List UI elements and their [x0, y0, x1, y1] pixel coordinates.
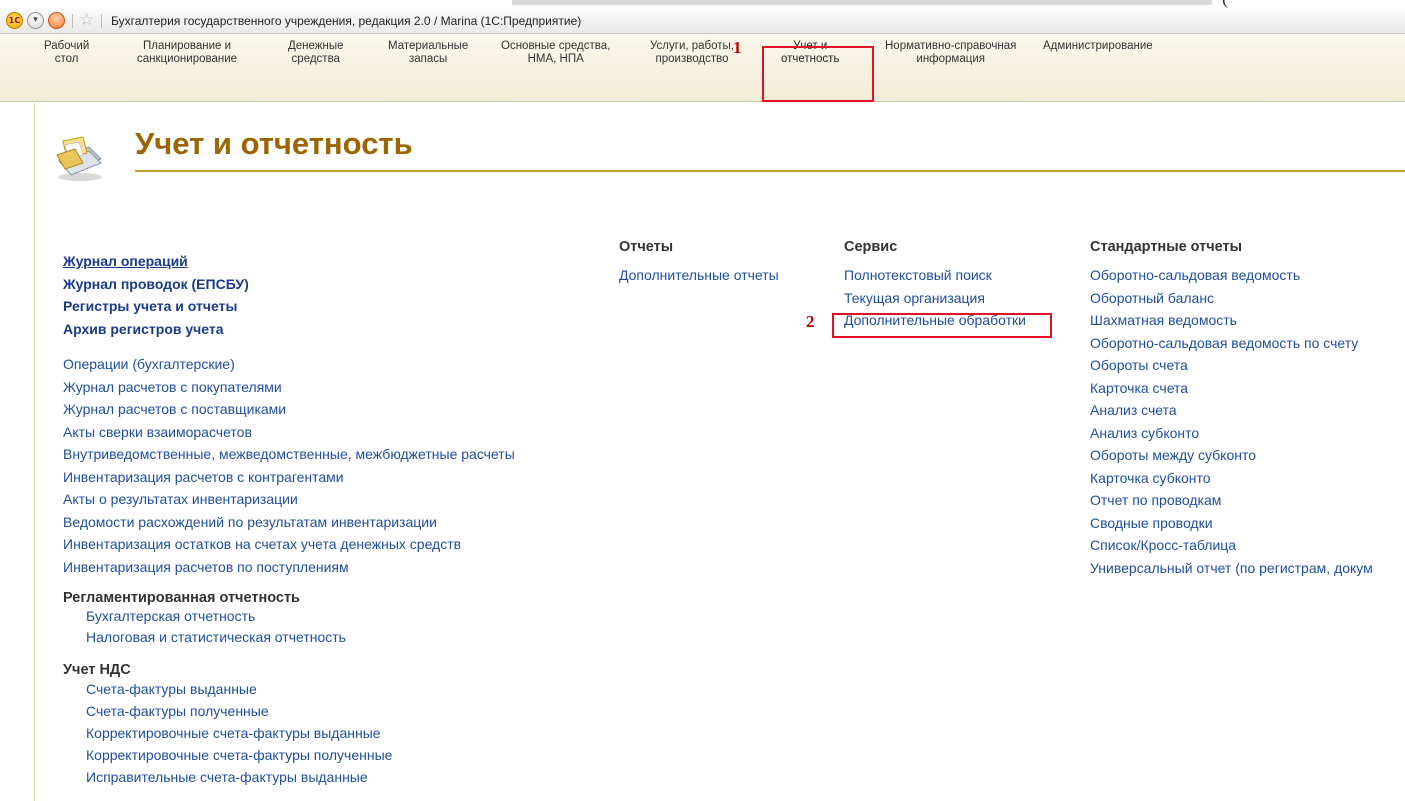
- link-left-item[interactable]: Инвентаризация расчетов с контрагентами: [63, 466, 515, 489]
- left-column: Журнал операций Журнал проводок (ЕПСБУ) …: [63, 250, 515, 788]
- link-left-item[interactable]: Инвентаризация расчетов по поступлениям: [63, 556, 515, 579]
- title-underline: [135, 170, 1405, 172]
- link-left-item[interactable]: Журнал расчетов с поставщиками: [63, 398, 515, 421]
- link-group-item[interactable]: Счета-фактуры полученные: [63, 700, 515, 722]
- link-standard-report[interactable]: Универсальный отчет (по регистрам, докум: [1090, 557, 1373, 580]
- navigation-orb-icon[interactable]: [48, 12, 65, 29]
- star-icon[interactable]: ☆: [79, 10, 94, 30]
- separator: [72, 14, 73, 28]
- link-standard-report[interactable]: Карточка субконто: [1090, 467, 1373, 490]
- standard-reports-title: Стандартные отчеты: [1090, 239, 1243, 255]
- section-accounting[interactable]: Учет и отчетность: [781, 40, 839, 66]
- folder-documents-icon: [56, 136, 102, 181]
- group-title-vat: Учет НДС: [63, 662, 131, 678]
- section-fixed-assets[interactable]: Основные средства, НМА, НПА: [501, 40, 610, 66]
- link-standard-report[interactable]: Оборотно-сальдовая ведомость по счету: [1090, 332, 1373, 355]
- section-reference-info[interactable]: Нормативно-справочная информация: [885, 40, 1016, 66]
- annotation-number-1: 1: [733, 38, 742, 57]
- page-title: Учет и отчетность: [135, 126, 413, 161]
- link-standard-report[interactable]: Шахматная ведомость: [1090, 309, 1373, 332]
- service-column: Сервис Полнотекстовый поиск Текущая орга…: [844, 236, 1026, 332]
- link-standard-report[interactable]: Сводные проводки: [1090, 512, 1373, 535]
- link-group-item[interactable]: Исправительные счета-фактуры выданные: [63, 766, 515, 788]
- section-desktop[interactable]: Рабочий стол: [44, 40, 89, 66]
- window-title: Бухгалтерия государственного учреждения,…: [111, 14, 582, 28]
- document-highlight: [512, 0, 1212, 5]
- reports-title: Отчеты: [619, 239, 674, 255]
- document-strip: (: [0, 0, 1405, 8]
- link-standard-report[interactable]: Анализ субконто: [1090, 422, 1373, 445]
- link-standard-report[interactable]: Карточка счета: [1090, 377, 1373, 400]
- link-registers-archive[interactable]: Архив регистров учета: [63, 318, 515, 341]
- section-planning[interactable]: Планирование и санкционирование: [137, 40, 237, 66]
- reports-column: Отчеты Дополнительные отчеты: [619, 236, 779, 287]
- link-operations-journal[interactable]: Журнал операций: [63, 250, 515, 273]
- link-additional-reports[interactable]: Дополнительные отчеты: [619, 264, 779, 287]
- link-group-item[interactable]: Корректировочные счета-фактуры полученны…: [63, 744, 515, 766]
- link-left-item[interactable]: Инвентаризация остатков на счетах учета …: [63, 533, 515, 556]
- link-left-item[interactable]: Акты о результатах инвентаризации: [63, 488, 515, 511]
- annotation-number-2: 2: [806, 312, 815, 331]
- title-bar: 1C ▾ ☆ Бухгалтерия государственного учре…: [0, 8, 1405, 34]
- link-left-item[interactable]: Акты сверки взаиморасчетов: [63, 421, 515, 444]
- link-fulltext-search[interactable]: Полнотекстовый поиск: [844, 264, 1026, 287]
- section-administration[interactable]: Администрирование: [1043, 40, 1153, 53]
- section-money[interactable]: Денежные средства: [288, 40, 344, 66]
- link-standard-report[interactable]: Отчет по проводкам: [1090, 489, 1373, 512]
- link-left-item[interactable]: Внутриведомственные, межведомственные, м…: [63, 443, 515, 466]
- link-standard-report[interactable]: Обороты счета: [1090, 354, 1373, 377]
- standard-reports-column: Стандартные отчеты Оборотно-сальдовая ве…: [1090, 236, 1373, 579]
- link-left-item[interactable]: Журнал расчетов с покупателями: [63, 376, 515, 399]
- link-additional-processing[interactable]: Дополнительные обработки: [844, 309, 1026, 332]
- section-panel: Рабочий стол Планирование и санкционирован…: [0, 34, 1405, 102]
- link-standard-report[interactable]: Список/Кросс-таблица: [1090, 534, 1373, 557]
- link-registers-reports[interactable]: Регистры учета и отчеты: [63, 295, 515, 318]
- link-group-item[interactable]: Счета-фактуры выданные: [63, 678, 515, 700]
- link-left-item[interactable]: Ведомости расхождений по результатам инв…: [63, 511, 515, 534]
- link-standard-report[interactable]: Оборотно-сальдовая ведомость: [1090, 264, 1373, 287]
- separator: [101, 14, 102, 28]
- link-entries-journal[interactable]: Журнал проводок (ЕПСБУ): [63, 273, 515, 296]
- link-standard-report[interactable]: Оборотный баланс: [1090, 287, 1373, 310]
- link-standard-report[interactable]: Обороты между субконто: [1090, 444, 1373, 467]
- service-title: Сервис: [844, 239, 898, 255]
- app-logo-icon[interactable]: 1C: [6, 12, 23, 29]
- main-content: Учет и отчетность Журнал операций Журнал…: [34, 103, 1405, 801]
- section-services[interactable]: Услуги, работы, производство: [650, 40, 734, 66]
- section-materials[interactable]: Материальные запасы: [388, 40, 468, 66]
- link-current-organization[interactable]: Текущая организация: [844, 287, 1026, 310]
- link-group-item[interactable]: Корректировочные счета-фактуры выданные: [63, 722, 515, 744]
- link-left-item[interactable]: Операции (бухгалтерские): [63, 353, 515, 376]
- main-menu-icon[interactable]: ▾: [27, 12, 44, 29]
- group-title-regulated: Регламентированная отчетность: [63, 590, 300, 606]
- link-group-item[interactable]: Налоговая и статистическая отчетность: [63, 627, 515, 648]
- link-standard-report[interactable]: Анализ счета: [1090, 399, 1373, 422]
- link-group-item[interactable]: Бухгалтерская отчетность: [63, 606, 515, 627]
